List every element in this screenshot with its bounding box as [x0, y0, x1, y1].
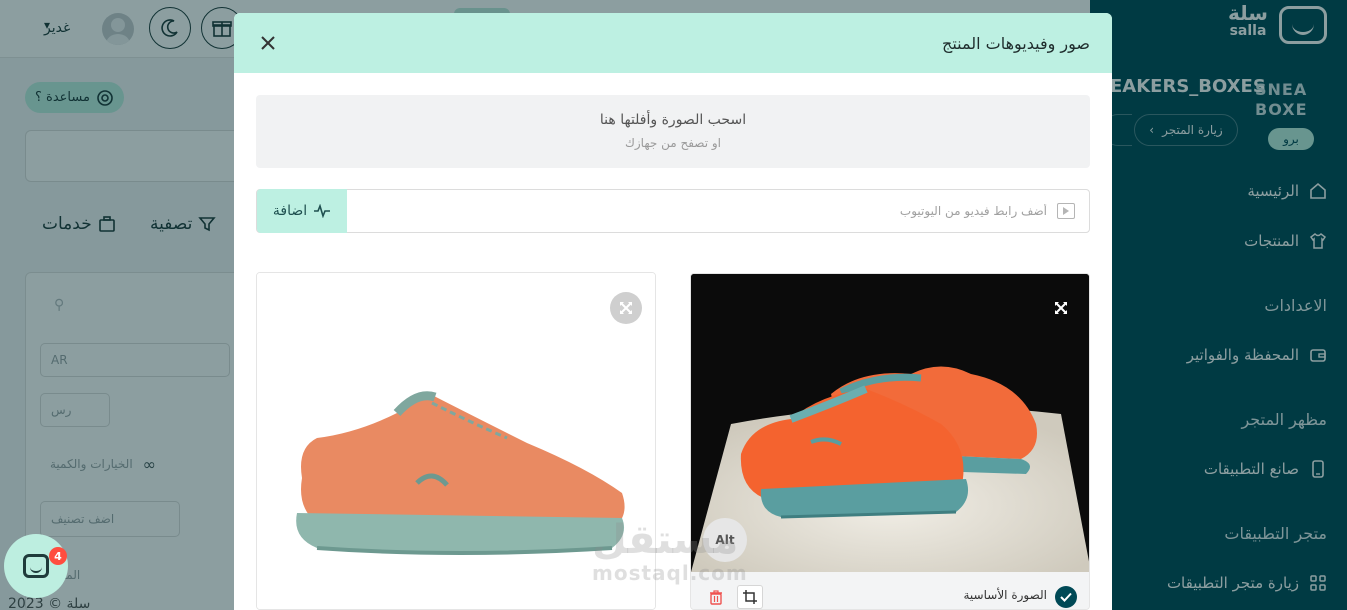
close-icon[interactable]: [258, 33, 278, 53]
alt-text-button[interactable]: Alt: [703, 518, 747, 562]
youtube-url-input[interactable]: [357, 190, 1047, 232]
trash-delete-icon[interactable]: [703, 585, 729, 609]
expand-icon[interactable]: [1045, 292, 1077, 324]
product-photo-orange-sneakers: [691, 274, 1089, 572]
youtube-video-row: اضافة: [256, 189, 1090, 233]
chat-bubble-icon: [23, 554, 49, 578]
pulse-icon: [313, 204, 331, 218]
main-image-label: الصورة الأساسية: [963, 588, 1048, 602]
image-dropzone[interactable]: اسحب الصورة وأفلتها هنا او تصفح من جهازك: [256, 95, 1090, 168]
add-button-label: اضافة: [272, 203, 308, 219]
main-image-card[interactable]: Alt الصورة الأساسية: [690, 273, 1090, 610]
chat-launcher-button[interactable]: [4, 534, 68, 598]
dropzone-browse-link[interactable]: او تصفح من جهازك: [256, 136, 1090, 150]
image-card-footer: الصورة الأساسية: [691, 572, 1089, 609]
crop-icon[interactable]: [737, 585, 763, 609]
expand-icon[interactable]: [610, 292, 642, 324]
secondary-image-card[interactable]: [256, 272, 656, 610]
product-photo-single-sneaker: [257, 273, 655, 609]
product-media-modal: صور وفيديوهات المنتج اسحب الصورة وأفلتها…: [234, 13, 1112, 610]
chat-unread-badge: 4: [49, 547, 67, 565]
video-play-icon: [1057, 203, 1075, 219]
modal-title: صور وفيديوهات المنتج: [942, 33, 1090, 53]
modal-header: صور وفيديوهات المنتج: [234, 13, 1112, 73]
add-video-button[interactable]: اضافة: [257, 189, 347, 233]
main-image-check-icon[interactable]: [1055, 586, 1077, 608]
dropzone-main-text: اسحب الصورة وأفلتها هنا: [599, 112, 747, 128]
